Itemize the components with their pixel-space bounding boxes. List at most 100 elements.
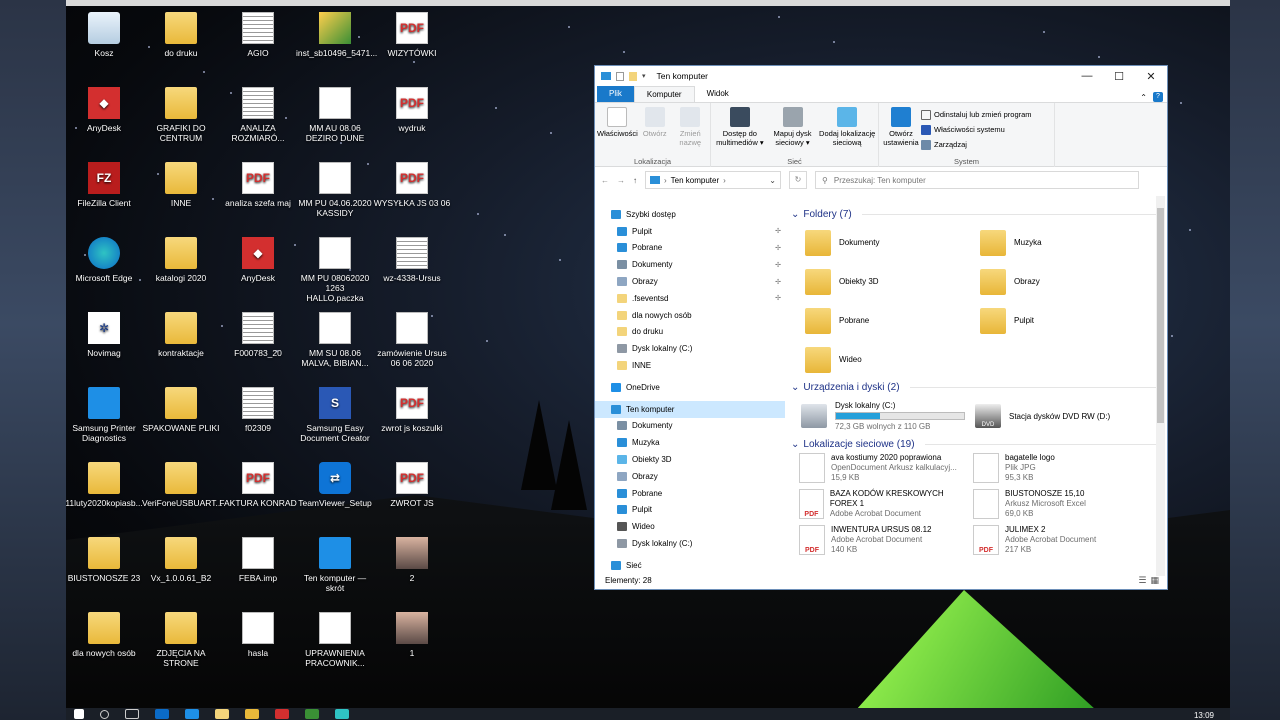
edge-icon[interactable]: [155, 709, 169, 719]
nav-item[interactable]: Obrazy: [595, 468, 785, 485]
desktop-icon[interactable]: FEBA.imp: [219, 537, 297, 583]
close-button[interactable]: ✕: [1135, 70, 1167, 83]
desktop-icon[interactable]: ANALIZA ROZMIARÓ...: [219, 87, 297, 143]
maximize-button[interactable]: ☐: [1103, 70, 1135, 83]
store-icon[interactable]: [185, 709, 199, 719]
desktop-icon[interactable]: S Samsung Easy Document Creator: [296, 387, 374, 443]
network-item[interactable]: PDF JULIMEX 2 Adobe Acrobat Document 217 KB: [973, 525, 1147, 558]
drive-c[interactable]: Dysk lokalny (C:) 72,3 GB wolnych z 110 …: [801, 401, 975, 431]
start-icon[interactable]: [74, 709, 84, 719]
nav-item[interactable]: Pobrane: [595, 485, 785, 502]
file-explorer-icon[interactable]: [215, 709, 229, 719]
desktop-icon[interactable]: 2: [373, 537, 451, 583]
desktop-icon[interactable]: do druku: [142, 12, 220, 58]
network-item[interactable]: PDF BAZA KODÓW KRESKOWYCH FOREX 1 Adobe Ac…: [799, 489, 973, 522]
desktop-icon[interactable]: FZ FileZilla Client: [66, 162, 143, 208]
pin-icon[interactable]: ✢: [775, 261, 781, 269]
desktop-icon[interactable]: Vx_1.0.0.61_B2: [142, 537, 220, 583]
section-network[interactable]: ⌄ Lokalizacje sieciowe (19): [789, 436, 1157, 453]
tiles-view-icon[interactable]: ▦: [1150, 575, 1159, 586]
nav-item[interactable]: Szybki dostęp: [595, 206, 785, 223]
nav-item[interactable]: INNE: [595, 357, 785, 374]
manage-button[interactable]: Zarządzaj: [921, 137, 1032, 152]
desktop-icon[interactable]: 11luty2020kopiasb...: [66, 462, 143, 508]
nav-item[interactable]: Muzyka: [595, 434, 785, 451]
scrollbar-thumb[interactable]: [1157, 208, 1164, 423]
folder-item[interactable]: Pulpit: [980, 301, 1155, 340]
desktop-icon[interactable]: katalogi 2020: [142, 237, 220, 283]
app-icon[interactable]: [335, 709, 349, 719]
nav-item[interactable]: Dokumenty: [595, 418, 785, 435]
collapse-ribbon-icon[interactable]: ⌃: [1140, 93, 1147, 102]
folder-item[interactable]: Obrazy: [980, 262, 1155, 301]
desktop-icon[interactable]: PDF analiza szefa maj: [219, 162, 297, 208]
nav-item[interactable]: Dokumenty ✢: [595, 256, 785, 273]
desktop-icon[interactable]: 1: [373, 612, 451, 658]
quick-access-dropdown-icon[interactable]: ▾: [642, 72, 646, 80]
desktop-icon[interactable]: ZDJĘCIA NA STRONE: [142, 612, 220, 668]
nav-item[interactable]: Dysk lokalny (C:): [595, 340, 785, 357]
pin-icon[interactable]: ✢: [775, 244, 781, 252]
nav-item[interactable]: Sieć: [595, 557, 785, 574]
nav-item[interactable]: Pobrane ✢: [595, 240, 785, 257]
nav-item[interactable]: .fseventsd ✢: [595, 290, 785, 307]
desktop-icon[interactable]: kontraktacje: [142, 312, 220, 358]
pin-icon[interactable]: ✢: [775, 227, 781, 235]
folder-item[interactable]: Muzyka: [980, 223, 1155, 262]
excel-icon[interactable]: [305, 709, 319, 719]
minimize-button[interactable]: —: [1071, 70, 1103, 83]
search-input[interactable]: ⚲ Przeszukaj: Ten komputer: [815, 171, 1139, 189]
help-icon[interactable]: ?: [1153, 92, 1163, 102]
folder-item[interactable]: Wideo: [805, 340, 980, 379]
network-item[interactable]: PDF INWENTURA URSUS 08.12 Adobe Acrobat Do…: [799, 525, 973, 558]
desktop-icon[interactable]: GRAFIKI DO CENTRUM: [142, 87, 220, 143]
desktop-icon[interactable]: ⇄ TeamViewer_Setup: [296, 462, 374, 508]
vertical-scrollbar[interactable]: [1156, 196, 1165, 576]
nav-item[interactable]: Pulpit: [595, 502, 785, 519]
section-folders[interactable]: ⌄ Foldery (7): [789, 206, 1157, 223]
tab-computer[interactable]: Komputer: [633, 86, 695, 102]
folder-item[interactable]: Obiekty 3D: [805, 262, 980, 301]
properties-icon[interactable]: [616, 71, 624, 81]
new-folder-icon[interactable]: [629, 71, 637, 81]
nav-item[interactable]: Obrazy ✢: [595, 273, 785, 290]
back-icon[interactable]: ←: [601, 176, 609, 185]
pin-icon[interactable]: ✢: [775, 294, 781, 302]
desktop-icon[interactable]: Samsung Printer Diagnostics: [66, 387, 143, 443]
desktop-icon[interactable]: PDF FAKTURA KONRAD: [219, 462, 297, 508]
network-item[interactable]: bagatelle logo Plik JPG 95,3 KB: [973, 453, 1147, 486]
nav-item[interactable]: Obiekty 3D: [595, 451, 785, 468]
desktop-icon[interactable]: ✲ Novimag: [66, 312, 143, 358]
app-icon[interactable]: [275, 709, 289, 719]
nav-item[interactable]: do druku: [595, 324, 785, 341]
folder-item[interactable]: Pobrane: [805, 301, 980, 340]
desktop-icon[interactable]: zamówienie Ursus 06 06 2020: [373, 312, 451, 368]
system-properties-button[interactable]: Właściwości systemu: [921, 122, 1032, 137]
address-dropdown-icon[interactable]: ⌄: [769, 176, 776, 185]
nav-item[interactable]: OneDrive: [595, 379, 785, 396]
desktop-icon[interactable]: PDF WYSYŁKA JS 03 06: [373, 162, 451, 208]
desktop-icon[interactable]: UPRAWNIENIA PRACOWNIK...: [296, 612, 374, 668]
task-view-icon[interactable]: [125, 709, 139, 719]
address-bar[interactable]: › Ten komputer › ⌄: [645, 171, 781, 189]
forward-icon[interactable]: →: [617, 176, 625, 185]
desktop-icon[interactable]: dla nowych osób: [66, 612, 143, 658]
search-icon[interactable]: [100, 709, 109, 719]
desktop-icon[interactable]: PDF WIZYTÓWKI: [373, 12, 451, 58]
desktop-icon[interactable]: MM SU 08.06 MALVA, BIBIAN...: [296, 312, 374, 368]
desktop-icon[interactable]: VeriFoneUSBUART...: [142, 462, 223, 508]
desktop-icon[interactable]: ◆ AnyDesk: [66, 87, 143, 133]
desktop-icon[interactable]: F000783_20: [219, 312, 297, 358]
desktop-icon[interactable]: INNE: [142, 162, 220, 208]
nav-item[interactable]: Wideo: [595, 518, 785, 535]
desktop-icon[interactable]: MM PU 08062020 1263 HALLO.paczka: [296, 237, 374, 303]
nav-item[interactable]: Pulpit ✢: [595, 223, 785, 240]
desktop-icon[interactable]: Kosz: [66, 12, 143, 58]
desktop-icon[interactable]: Microsoft Edge: [66, 237, 143, 283]
desktop-icon[interactable]: AGIO: [219, 12, 297, 58]
desktop-icon[interactable]: inst_sb10496_5471...: [296, 12, 377, 58]
folder-icon[interactable]: [245, 709, 259, 719]
tab-view[interactable]: Widok: [695, 86, 741, 102]
desktop-icon[interactable]: PDF wydruk: [373, 87, 451, 133]
refresh-button[interactable]: ↻: [789, 171, 807, 189]
